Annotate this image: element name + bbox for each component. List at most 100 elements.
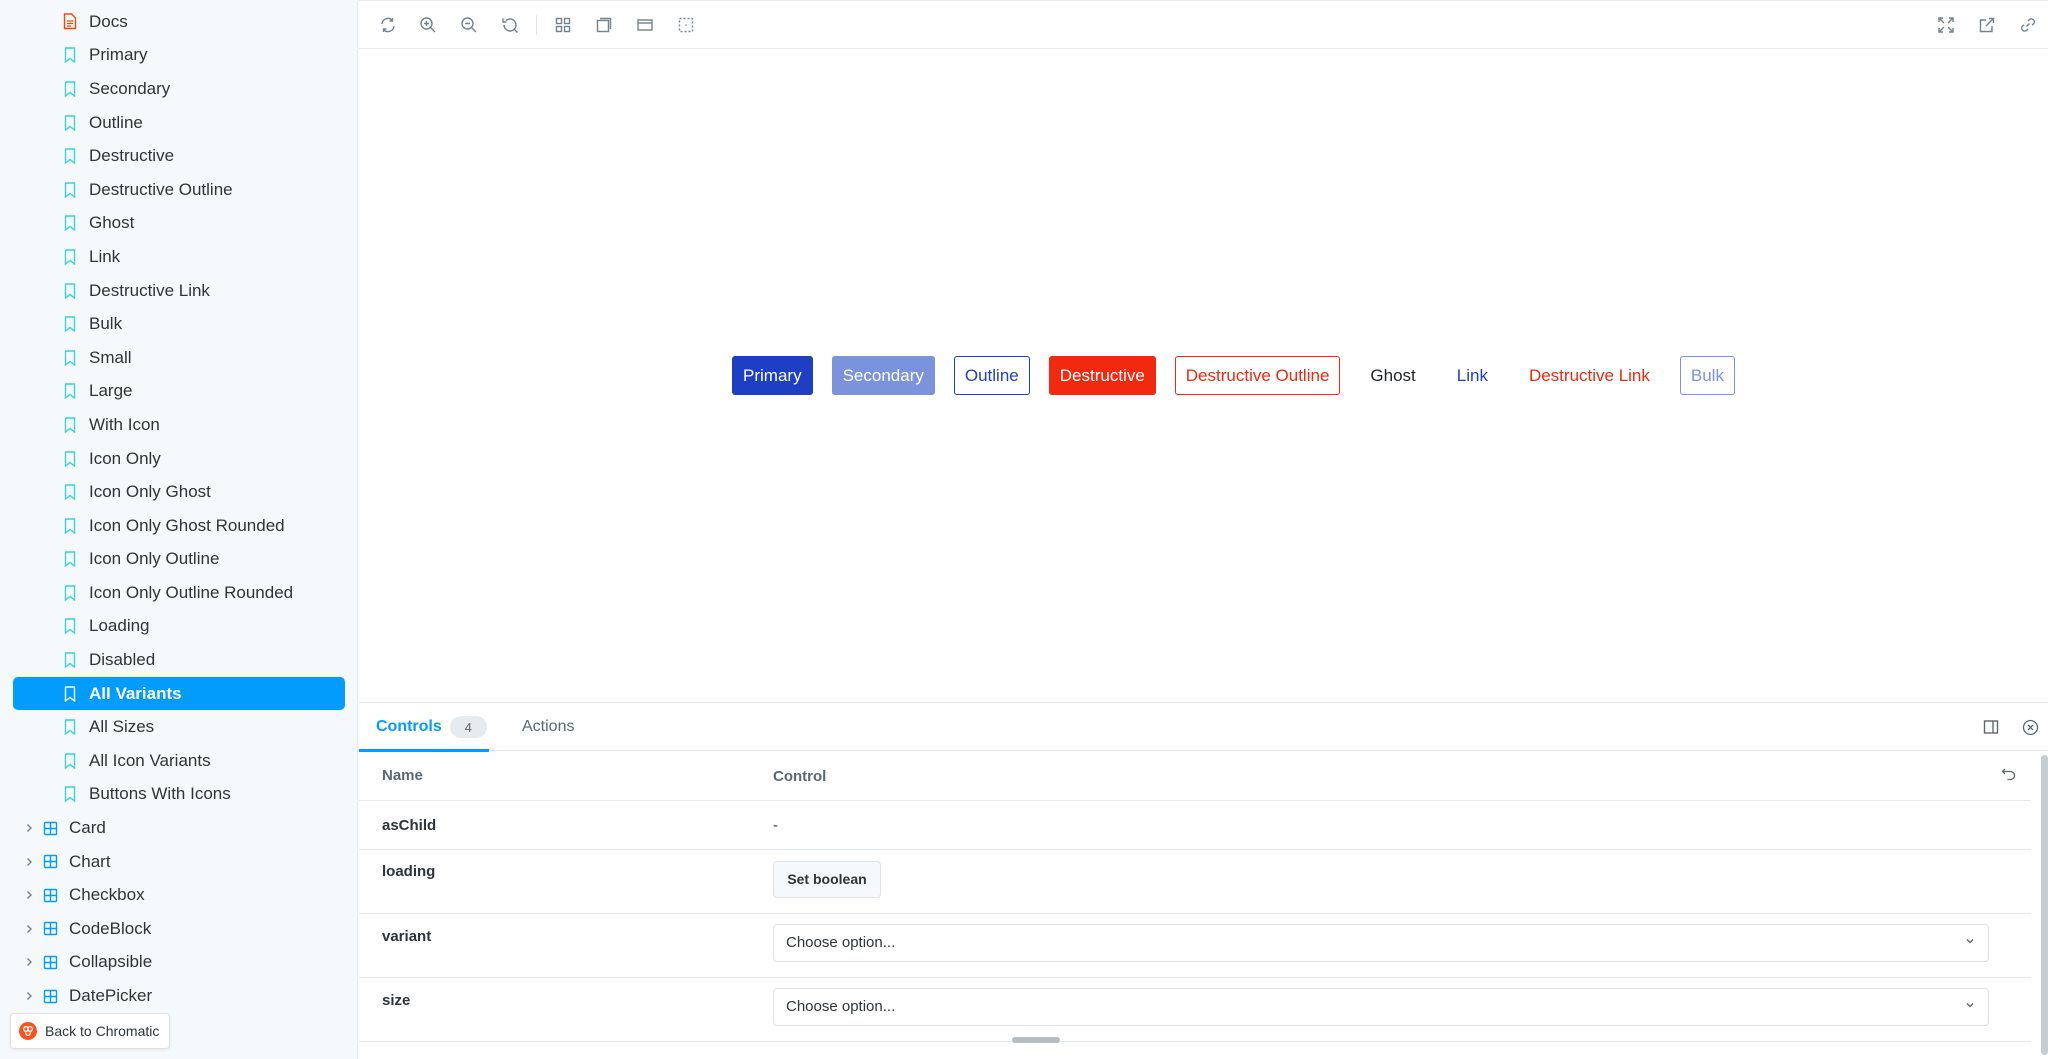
column-header-name: Name xyxy=(359,751,773,801)
sidebar-story-item[interactable]: All Sizes xyxy=(0,710,357,744)
viewport-icon[interactable] xyxy=(634,14,656,36)
sidebar-item-label: DatePicker xyxy=(69,986,153,1006)
preview-toolbar xyxy=(359,0,2048,49)
chevron-right-icon[interactable] xyxy=(22,922,36,936)
secondary-button[interactable]: Secondary xyxy=(831,356,935,395)
story-canvas: Primary Secondary Outline Destructive De… xyxy=(359,49,2048,702)
bulk-button[interactable]: Bulk xyxy=(1679,356,1735,395)
outline-button[interactable]: Outline xyxy=(953,356,1030,395)
zoom-in-icon[interactable] xyxy=(417,14,439,36)
sidebar: Docs Primary Secondary Outline Destructive D… xyxy=(0,0,358,1059)
chevron-right-icon[interactable] xyxy=(22,955,36,969)
component-icon xyxy=(42,853,58,871)
sidebar-story-item[interactable]: Destructive xyxy=(0,139,357,173)
panel-orientation-icon[interactable] xyxy=(1982,718,2000,736)
sidebar-story-item[interactable]: Secondary xyxy=(0,72,357,106)
destructive-link-button[interactable]: Destructive Link xyxy=(1518,356,1661,395)
arg-control: Set boolean xyxy=(773,849,2031,914)
primary-button[interactable]: Primary xyxy=(732,356,813,395)
sidebar-story-item[interactable]: Ghost xyxy=(0,207,357,241)
background-icon[interactable] xyxy=(593,14,615,36)
chevron-down-icon xyxy=(1964,934,1976,951)
tab-controls-label: Controls xyxy=(376,718,442,735)
component-icon xyxy=(42,987,58,1005)
sidebar-item-label: Icon Only Outline xyxy=(89,549,220,569)
bookmark-icon xyxy=(62,80,78,98)
size-select[interactable]: Choose option... xyxy=(773,987,1989,1026)
sidebar-story-item[interactable]: Large xyxy=(0,375,357,409)
chevron-right-icon[interactable] xyxy=(22,821,36,835)
sidebar-story-item[interactable]: Icon Only Outline xyxy=(0,543,357,577)
sidebar-component-item[interactable]: Checkbox xyxy=(0,878,357,912)
sidebar-story-item[interactable]: Destructive Outline xyxy=(0,173,357,207)
variant-select[interactable]: Choose option... xyxy=(773,923,1989,962)
outline-icon[interactable] xyxy=(675,14,697,36)
sidebar-story-item[interactable]: Bulk xyxy=(0,307,357,341)
ghost-button[interactable]: Ghost xyxy=(1359,356,1426,395)
sidebar-item-label: All Icon Variants xyxy=(89,750,211,770)
panel-resize-handle[interactable] xyxy=(1012,1037,1060,1043)
tab-actions[interactable]: Actions xyxy=(522,703,574,751)
open-new-tab-icon[interactable] xyxy=(1976,14,1998,36)
sidebar-story-item[interactable]: Primary xyxy=(0,39,357,73)
sidebar-story-item[interactable]: Buttons With Icons xyxy=(0,778,357,812)
link-button[interactable]: Link xyxy=(1446,356,1499,395)
bookmark-icon xyxy=(62,46,78,64)
sidebar-story-item[interactable]: With Icon xyxy=(0,408,357,442)
component-icon xyxy=(42,920,58,938)
table-row: asChild - xyxy=(359,800,2031,850)
arg-name: variant xyxy=(359,913,773,978)
sidebar-story-item[interactable]: Icon Only xyxy=(0,442,357,476)
zoom-out-icon[interactable] xyxy=(458,14,480,36)
sidebar-story-item[interactable]: Icon Only Ghost xyxy=(0,475,357,509)
destructive-outline-button[interactable]: Destructive Outline xyxy=(1174,356,1341,395)
bookmark-icon xyxy=(62,617,78,635)
bookmark-icon xyxy=(62,315,78,333)
sidebar-story-item[interactable]: Disabled xyxy=(0,643,357,677)
sidebar-story-item[interactable]: Small xyxy=(0,341,357,375)
sidebar-story-item[interactable]: Loading xyxy=(0,610,357,644)
arg-name: size xyxy=(359,977,773,1042)
sidebar-story-item[interactable]: Icon Only Outline Rounded xyxy=(0,576,357,610)
size-select-value: Choose option... xyxy=(786,998,896,1015)
destructive-button[interactable]: Destructive xyxy=(1048,356,1156,395)
sidebar-story-item[interactable]: Link xyxy=(0,240,357,274)
copy-link-icon[interactable] xyxy=(2017,14,2039,36)
bookmark-icon xyxy=(62,752,78,770)
sidebar-item-label: Icon Only Ghost xyxy=(89,482,211,502)
sidebar-component-item[interactable]: Card xyxy=(0,811,357,845)
component-icon xyxy=(42,953,58,971)
sidebar-item-label: Card xyxy=(69,818,106,838)
sidebar-story-item[interactable]: Destructive Link xyxy=(0,274,357,308)
bookmark-icon xyxy=(62,114,78,132)
zoom-reset-icon[interactable] xyxy=(499,14,521,36)
back-to-chromatic-button[interactable]: Back to Chromatic xyxy=(10,1013,171,1049)
sidebar-story-item[interactable]: Icon Only Ghost Rounded xyxy=(0,509,357,543)
set-boolean-button[interactable]: Set boolean xyxy=(773,860,881,898)
sidebar-story-item[interactable]: All Variants xyxy=(13,676,345,711)
tab-controls[interactable]: Controls 4 xyxy=(359,703,489,752)
bookmark-icon xyxy=(62,282,78,300)
bookmark-icon xyxy=(62,349,78,367)
sidebar-component-item[interactable]: Collapsible xyxy=(0,946,357,980)
fullscreen-icon[interactable] xyxy=(1935,14,1957,36)
sidebar-item-label: CodeBlock xyxy=(69,918,152,938)
sidebar-component-item[interactable]: Chart xyxy=(0,845,357,879)
controls-count-badge: 4 xyxy=(449,716,487,738)
close-panel-icon[interactable] xyxy=(2021,718,2039,736)
grid-icon[interactable] xyxy=(552,14,574,36)
reload-icon[interactable] xyxy=(377,14,399,36)
sidebar-item-label: Docs xyxy=(89,11,128,31)
chevron-right-icon[interactable] xyxy=(22,989,36,1003)
reset-controls-icon[interactable] xyxy=(2001,767,2016,786)
sidebar-item-docs[interactable]: Docs xyxy=(0,5,357,39)
chevron-right-icon[interactable] xyxy=(22,855,36,869)
sidebar-item-label: Small xyxy=(89,347,132,367)
sidebar-component-item[interactable]: CodeBlock xyxy=(0,912,357,946)
sidebar-component-item[interactable]: DatePicker xyxy=(0,979,357,1013)
sidebar-story-item[interactable]: Outline xyxy=(0,106,357,140)
arg-control: Choose option... xyxy=(773,977,2031,1042)
chevron-right-icon[interactable] xyxy=(22,888,36,902)
sidebar-story-item[interactable]: All Icon Variants xyxy=(0,744,357,778)
controls-scrollbar[interactable] xyxy=(2041,755,2048,1055)
